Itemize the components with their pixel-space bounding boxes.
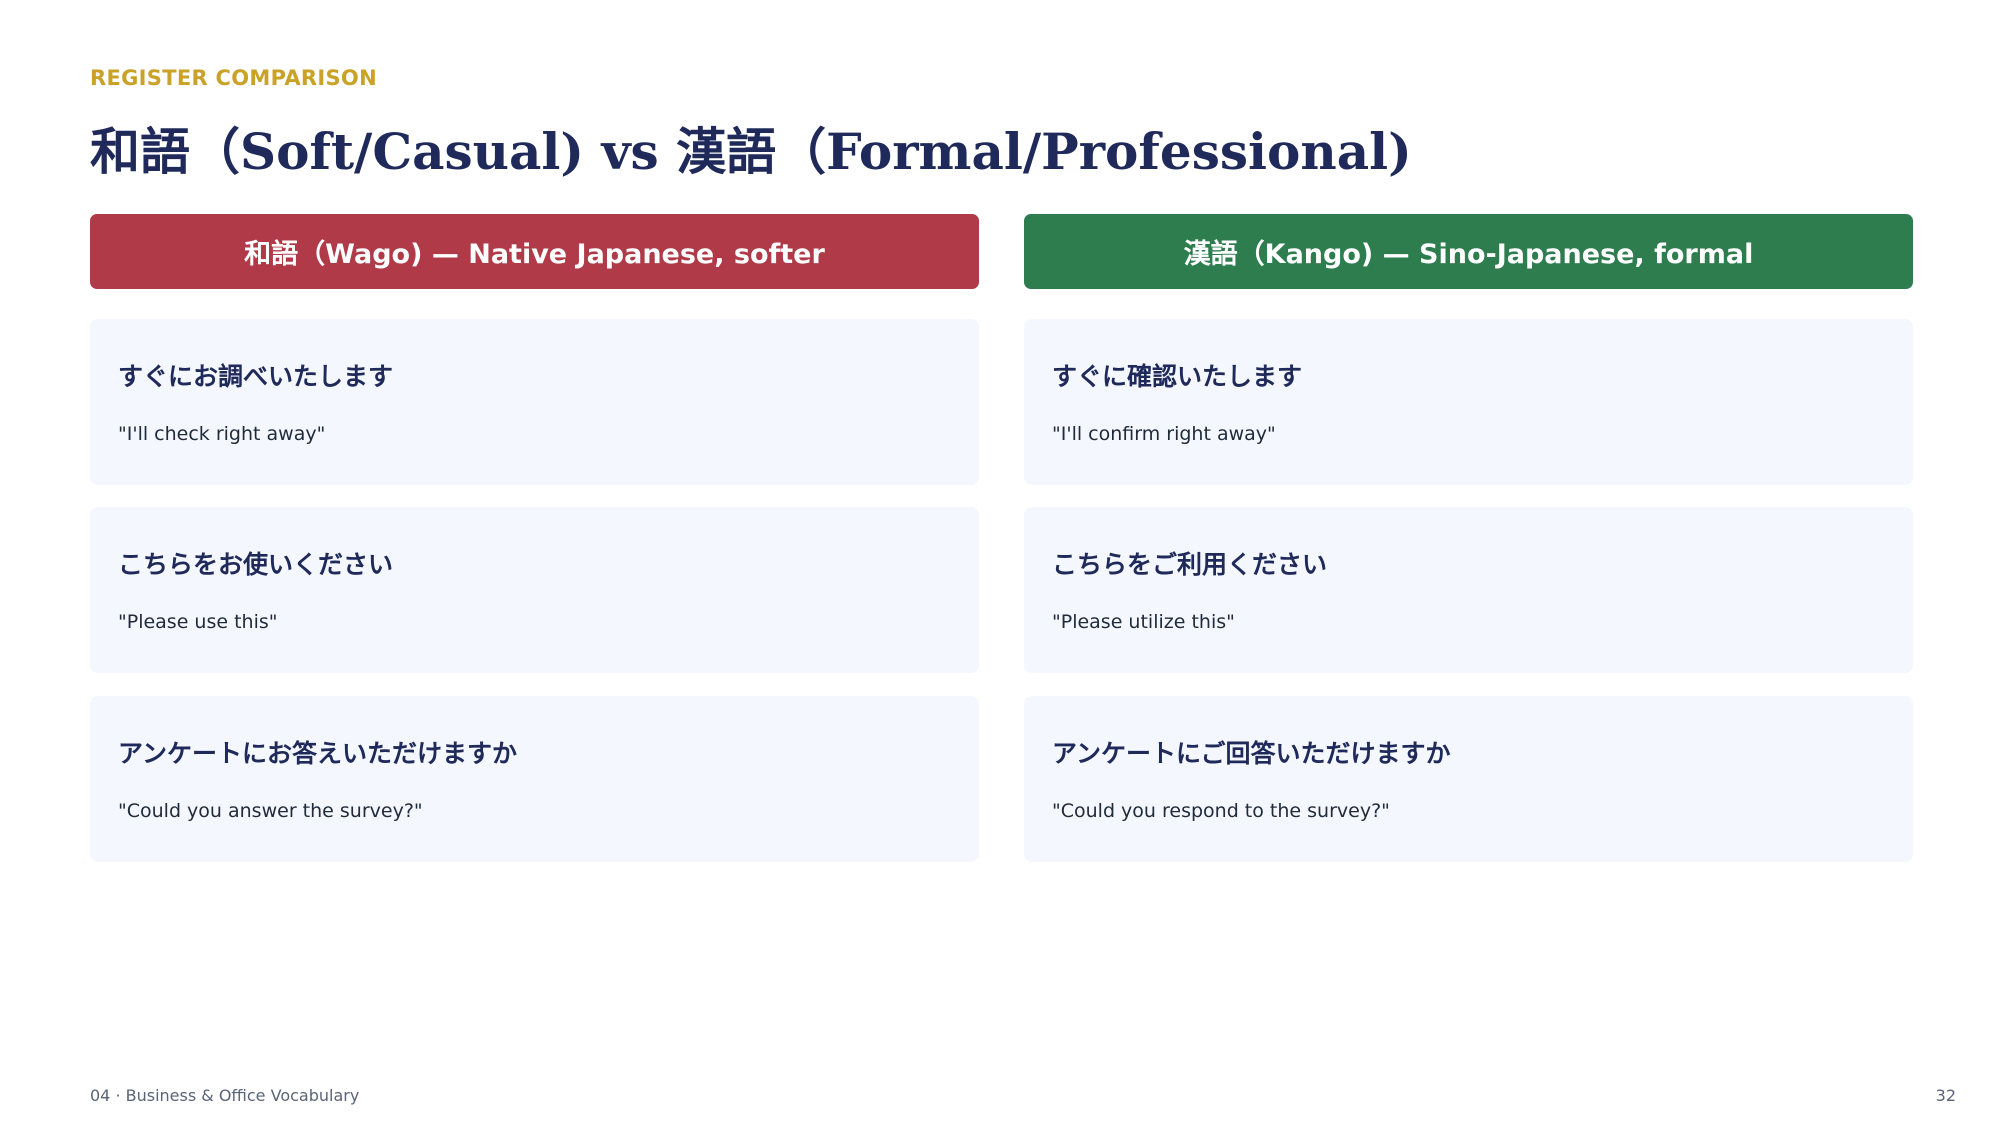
page-number: 32 [1935, 1086, 1956, 1105]
japanese-phrase: すぐにお調べいたします [118, 362, 394, 391]
japanese-phrase: すぐに確認いたします [1052, 362, 1303, 391]
kango-column-header: 漢語（Kango) — Sino-Japanese, formal [1024, 214, 1913, 289]
japanese-phrase: アンケートにご回答いただけますか [1052, 739, 1451, 768]
english-translation: "Please utilize this" [1052, 611, 1235, 633]
japanese-phrase: アンケートにお答えいただけますか [118, 739, 518, 768]
kango-column: 漢語（Kango) — Sino-Japanese, formal すぐに確認い… [1024, 214, 1913, 862]
wago-example-card: こちらをお使いください "Please use this" [90, 507, 979, 673]
wago-example-card: すぐにお調べいたします "I'll check right away" [90, 319, 979, 485]
page-title: 和語（Soft/Casual) vs 漢語（Formal/Professiona… [90, 122, 1412, 181]
english-translation: "Could you answer the survey?" [118, 800, 423, 822]
english-translation: "Please use this" [118, 611, 278, 633]
wago-column: 和語（Wago) — Native Japanese, softer すぐにお調… [90, 214, 979, 862]
eyebrow-label: REGISTER COMPARISON [90, 66, 377, 90]
kango-example-card: アンケートにご回答いただけますか "Could you respond to t… [1024, 696, 1913, 862]
kango-example-card: すぐに確認いたします "I'll confirm right away" [1024, 319, 1913, 485]
japanese-phrase: こちらをご利用ください [1052, 550, 1328, 579]
kango-example-card: こちらをご利用ください "Please utilize this" [1024, 507, 1913, 673]
english-translation: "Could you respond to the survey?" [1052, 800, 1390, 822]
wago-column-header: 和語（Wago) — Native Japanese, softer [90, 214, 979, 289]
japanese-phrase: こちらをお使いください [118, 550, 394, 579]
english-translation: "I'll check right away" [118, 423, 326, 445]
footer-section-label: 04 · Business & Office Vocabulary [90, 1086, 360, 1105]
wago-example-card: アンケートにお答えいただけますか "Could you answer the s… [90, 696, 979, 862]
english-translation: "I'll confirm right away" [1052, 423, 1276, 445]
